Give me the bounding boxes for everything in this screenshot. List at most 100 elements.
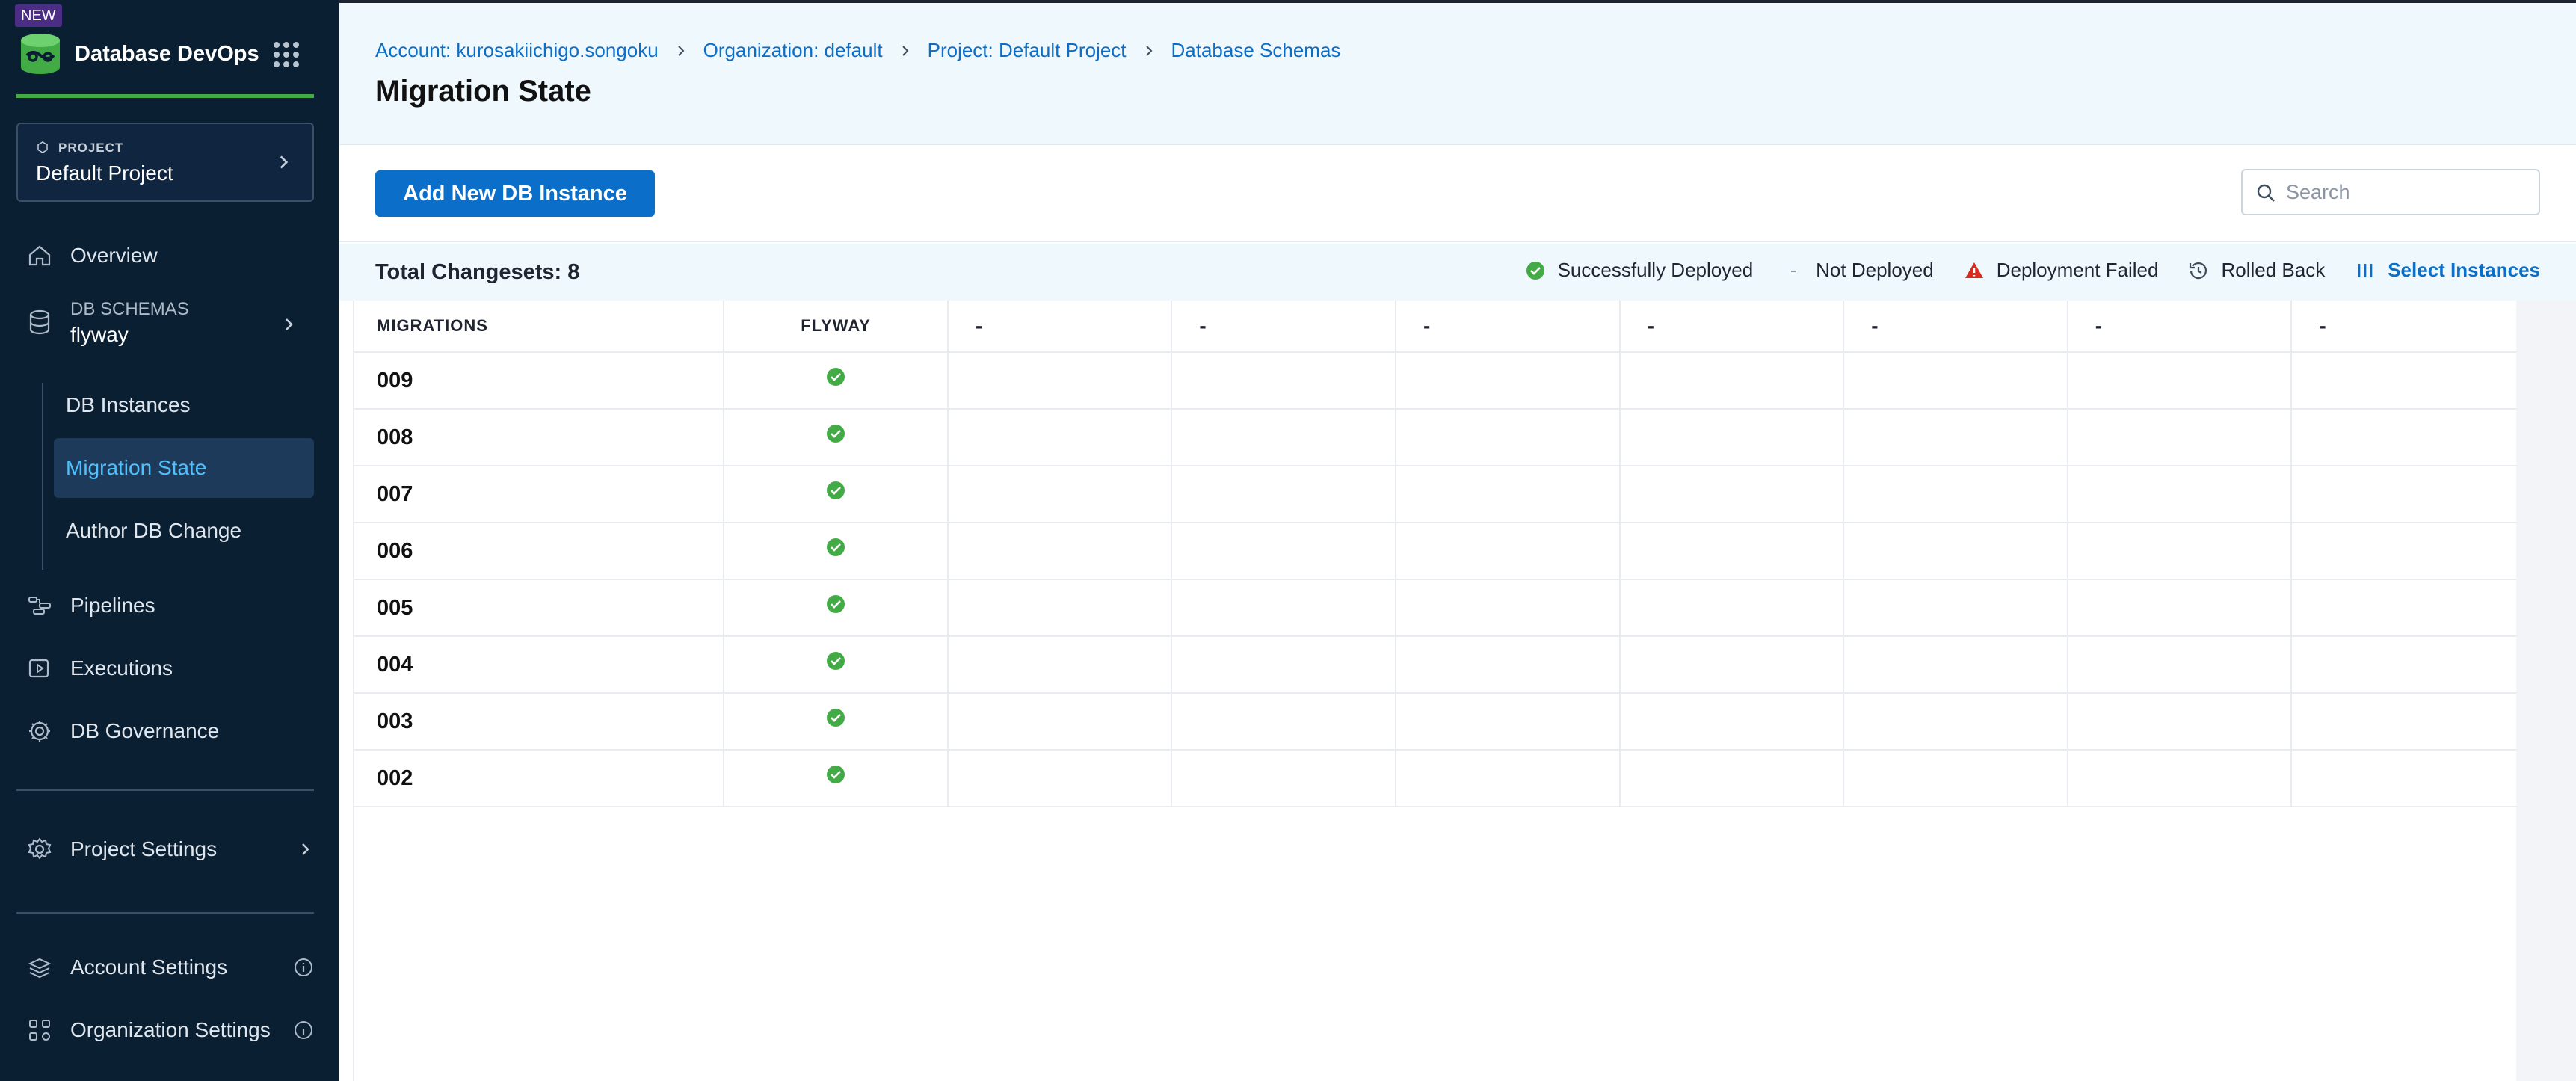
instance-status-cell	[1396, 751, 1621, 806]
instance-status-cell	[1172, 410, 1397, 465]
success-check-icon[interactable]	[825, 650, 846, 677]
executions-icon	[25, 654, 54, 683]
app-switcher-icon[interactable]	[274, 42, 299, 67]
nav-pipelines[interactable]: Pipelines	[25, 583, 155, 628]
instance-status-cell	[2292, 637, 2516, 692]
nav-migration-state[interactable]: Migration State	[54, 438, 314, 498]
new-badge: NEW	[15, 4, 62, 27]
column-header-instance: -	[2319, 314, 2326, 337]
breadcrumb-account[interactable]: Account: kurosakiichigo.songoku	[375, 39, 659, 62]
success-check-icon[interactable]	[825, 366, 846, 393]
table-row: 005	[353, 580, 2516, 637]
instance-status-cell	[949, 751, 1173, 806]
breadcrumb-database-schemas[interactable]: Database Schemas	[1171, 39, 1341, 62]
success-check-icon[interactable]	[825, 707, 846, 734]
nav-project-settings[interactable]: Project Settings	[25, 827, 314, 872]
grid-body: 009 008 007 006 005 004 003 002	[353, 353, 2516, 807]
legend-not-deployed-label: Not Deployed	[1816, 259, 1934, 281]
instance-status-cell	[1621, 580, 1845, 635]
table-row: 004	[353, 637, 2516, 694]
instance-status-cell	[949, 466, 1173, 522]
nav-executions[interactable]: Executions	[25, 646, 173, 691]
pipeline-icon	[25, 591, 54, 620]
breadcrumb: Account: kurosakiichigo.songoku Organiza…	[375, 39, 1340, 62]
nav-pipelines-label: Pipelines	[70, 594, 155, 617]
instance-status-cell	[949, 353, 1173, 408]
search-box[interactable]	[2241, 169, 2540, 215]
nav-db-instances[interactable]: DB Instances	[54, 375, 314, 435]
nav-db-schemas[interactable]: DB SCHEMAS flyway	[25, 293, 309, 360]
table-row: 009	[353, 353, 2516, 410]
breadcrumb-organization[interactable]: Organization: default	[703, 39, 883, 62]
instance-status-cell	[1844, 694, 2068, 749]
settings-gear-icon	[25, 835, 54, 863]
legend-success-label: Successfully Deployed	[1557, 259, 1754, 281]
instance-status-cell	[1621, 694, 1845, 749]
project-icon	[37, 141, 48, 153]
success-check-icon[interactable]	[825, 480, 846, 507]
instance-status-cell	[2292, 466, 2516, 522]
table-row: 007	[353, 466, 2516, 523]
success-check-icon[interactable]	[825, 594, 846, 620]
migration-id-cell: 006	[353, 523, 725, 579]
success-check-icon[interactable]	[825, 537, 846, 564]
instance-status-cell	[1844, 637, 2068, 692]
toolbar: Add New DB Instance	[339, 147, 2576, 242]
subnav-line	[42, 383, 43, 570]
instance-status-cell	[1396, 410, 1621, 465]
instance-status-cell	[949, 580, 1173, 635]
chevron-right-icon	[1141, 43, 1156, 58]
info-icon[interactable]	[293, 1020, 314, 1041]
column-header-instance: -	[2068, 301, 2293, 351]
select-instances-label: Select Instances	[2388, 259, 2540, 281]
flyway-status-cell	[724, 637, 949, 692]
app-root: NEW Database DevOps PROJECT Default Proj…	[0, 0, 2576, 1081]
search-input[interactable]	[2286, 180, 2525, 204]
column-header-instance: -	[1172, 301, 1397, 351]
nav-organization-settings[interactable]: Organization Settings	[25, 1008, 314, 1053]
nav-account-settings[interactable]: Account Settings	[25, 945, 314, 990]
instance-status-cell	[1844, 410, 2068, 465]
table-row: 008	[353, 410, 2516, 466]
sidebar-divider	[16, 912, 314, 914]
flyway-status-cell	[724, 523, 949, 579]
add-new-db-instance-button[interactable]: Add New DB Instance	[375, 170, 655, 217]
info-icon[interactable]	[293, 957, 314, 978]
columns-icon	[2355, 260, 2376, 281]
nav-db-governance[interactable]: DB Governance	[25, 709, 219, 754]
instance-status-cell	[1844, 353, 2068, 408]
flyway-status-cell	[724, 580, 949, 635]
grid-scroll-gutter	[2516, 301, 2576, 1081]
legend-rolled-back-label: Rolled Back	[2221, 259, 2326, 281]
legend-rolled-back: Rolled Back	[2188, 259, 2325, 282]
instance-status-cell	[949, 637, 1173, 692]
project-name: Default Project	[36, 161, 173, 185]
nav-author-db-change[interactable]: Author DB Change	[54, 501, 314, 561]
project-kicker: PROJECT	[58, 141, 124, 155]
instance-status-cell	[2292, 751, 2516, 806]
instance-status-cell	[1621, 353, 1845, 408]
not-deployed-dash: -	[1790, 259, 1797, 281]
nav-migration-state-label: Migration State	[66, 456, 207, 479]
instance-status-cell	[2292, 523, 2516, 579]
chevron-right-icon	[280, 155, 289, 169]
column-header-instance: -	[949, 301, 1173, 351]
project-selector[interactable]: PROJECT Default Project	[16, 123, 314, 202]
organization-icon	[25, 1016, 54, 1044]
success-check-icon[interactable]	[825, 764, 846, 791]
instance-status-cell	[1396, 466, 1621, 522]
legend-successfully-deployed: Successfully Deployed	[1525, 259, 1754, 282]
instance-status-cell	[1844, 523, 2068, 579]
breadcrumb-project[interactable]: Project: Default Project	[928, 39, 1127, 62]
grid-header-row: MIGRATIONS FLYWAY - - - - - - -	[353, 301, 2516, 353]
success-check-icon[interactable]	[825, 423, 846, 450]
instance-status-cell	[1621, 410, 1845, 465]
db-schemas-kicker: DB SCHEMAS	[70, 299, 189, 319]
select-instances-button[interactable]: Select Instances	[2355, 259, 2540, 282]
nav-overview[interactable]: Overview	[25, 233, 158, 278]
legend-deployment-failed: Deployment Failed	[1964, 259, 2158, 282]
nav-organization-settings-label: Organization Settings	[70, 1018, 271, 1041]
instance-status-cell	[949, 410, 1173, 465]
instance-status-cell	[2068, 466, 2293, 522]
nav-project-settings-label: Project Settings	[70, 837, 218, 860]
